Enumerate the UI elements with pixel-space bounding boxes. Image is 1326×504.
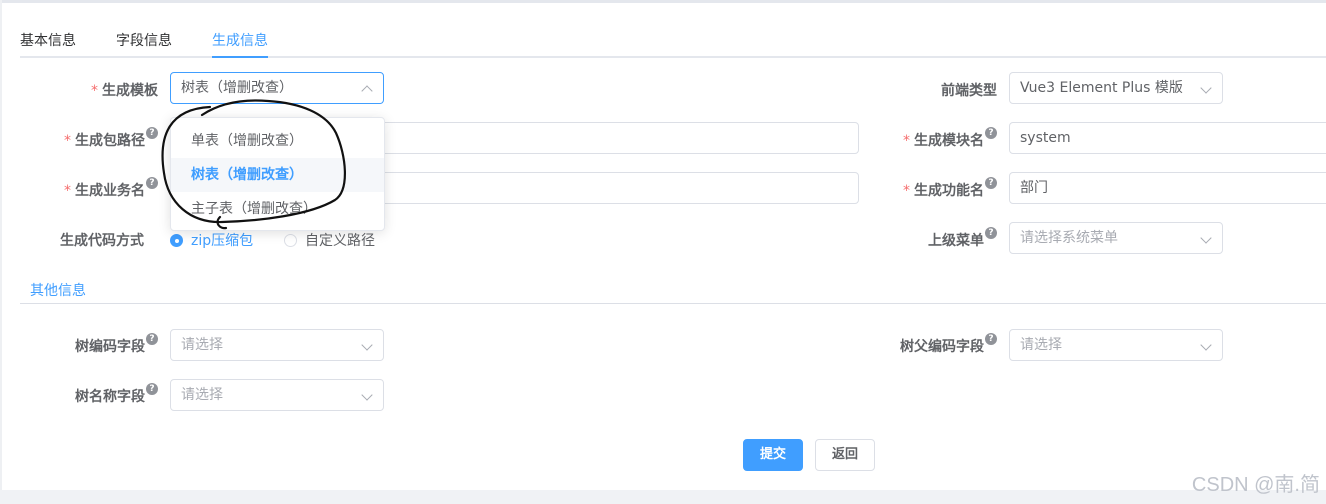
- tree-name-placeholder: 请选择: [181, 387, 223, 403]
- tab-bar: 基本信息 字段信息 生成信息: [20, 20, 1326, 58]
- template-select[interactable]: 树表（增删改查）: [170, 72, 384, 104]
- help-icon[interactable]: ?: [146, 177, 158, 189]
- submit-button[interactable]: 提交: [743, 439, 803, 471]
- radio-circle: [284, 234, 297, 247]
- frontend-type-label: 前端类型: [941, 83, 997, 99]
- template-option-master-detail[interactable]: 主子表（增删改查）: [171, 192, 384, 226]
- chevron-down-icon: [1200, 232, 1212, 244]
- template-label: * 生成模板: [91, 83, 158, 99]
- back-button[interactable]: 返回: [815, 439, 875, 471]
- help-icon[interactable]: ?: [985, 227, 997, 239]
- tree-parent-code-select[interactable]: 请选择: [1009, 329, 1223, 361]
- top-border: [0, 0, 1326, 3]
- required-mark: *: [91, 83, 98, 99]
- template-select-value: 树表（增删改查）: [181, 80, 293, 96]
- chevron-down-icon: [1200, 339, 1212, 351]
- section-divider: [20, 303, 1326, 304]
- watermark: CSDN @南.简: [1191, 474, 1320, 496]
- parent-menu-label: 上级菜单?: [928, 227, 997, 250]
- help-icon[interactable]: ?: [985, 127, 997, 139]
- chevron-up-icon: [361, 85, 373, 97]
- function-name-input[interactable]: 部门: [1009, 172, 1326, 204]
- tree-code-label: 树编码字段?: [75, 333, 158, 356]
- template-option-tree[interactable]: 树表（增删改查）: [171, 158, 384, 192]
- tree-name-select[interactable]: 请选择: [170, 379, 384, 411]
- bottom-border: [0, 490, 1326, 504]
- required-mark: *: [64, 183, 71, 199]
- template-option-single[interactable]: 单表（增删改查）: [171, 124, 384, 158]
- active-tab-indicator: [212, 56, 268, 58]
- help-icon[interactable]: ?: [146, 383, 158, 395]
- tree-name-label: 树名称字段?: [75, 383, 158, 406]
- chevron-down-icon: [361, 339, 373, 351]
- tree-parent-code-label: 树父编码字段?: [900, 333, 997, 356]
- left-border: [0, 0, 2, 504]
- required-mark: *: [64, 133, 71, 149]
- radio-custom-path[interactable]: 自定义路径: [284, 230, 375, 250]
- radio-circle: [170, 234, 183, 247]
- chevron-down-icon: [1200, 82, 1212, 94]
- business-name-label: * 生成业务名?: [64, 177, 158, 200]
- radio-zip[interactable]: zip压缩包: [170, 230, 253, 250]
- frontend-type-value: Vue3 Element Plus 模版: [1020, 80, 1183, 96]
- tab-basic-info[interactable]: 基本信息: [20, 30, 76, 50]
- tab-generate-info[interactable]: 生成信息: [212, 30, 268, 50]
- tab-field-info[interactable]: 字段信息: [116, 30, 172, 50]
- frontend-type-select[interactable]: Vue3 Element Plus 模版: [1009, 72, 1223, 104]
- parent-menu-placeholder: 请选择系统菜单: [1020, 230, 1118, 246]
- parent-menu-select[interactable]: 请选择系统菜单: [1009, 222, 1223, 254]
- chevron-down-icon: [361, 389, 373, 401]
- help-icon[interactable]: ?: [985, 333, 997, 345]
- template-dropdown-menu: 单表（增删改查） 树表（增删改查） 主子表（增删改查）: [170, 117, 385, 231]
- module-name-input[interactable]: system: [1009, 122, 1326, 154]
- function-name-label: * 生成功能名?: [903, 177, 997, 200]
- section-title-other: 其他信息: [30, 283, 86, 299]
- help-icon[interactable]: ?: [146, 127, 158, 139]
- gen-type-label: 生成代码方式: [60, 233, 144, 249]
- module-name-label: * 生成模块名?: [903, 127, 997, 150]
- package-path-label: * 生成包路径?: [64, 127, 158, 150]
- help-icon[interactable]: ?: [985, 177, 997, 189]
- tree-code-placeholder: 请选择: [181, 337, 223, 353]
- tree-code-select[interactable]: 请选择: [170, 329, 384, 361]
- help-icon[interactable]: ?: [146, 333, 158, 345]
- tree-parent-code-placeholder: 请选择: [1020, 337, 1062, 353]
- required-mark: *: [903, 133, 910, 149]
- required-mark: *: [903, 183, 910, 199]
